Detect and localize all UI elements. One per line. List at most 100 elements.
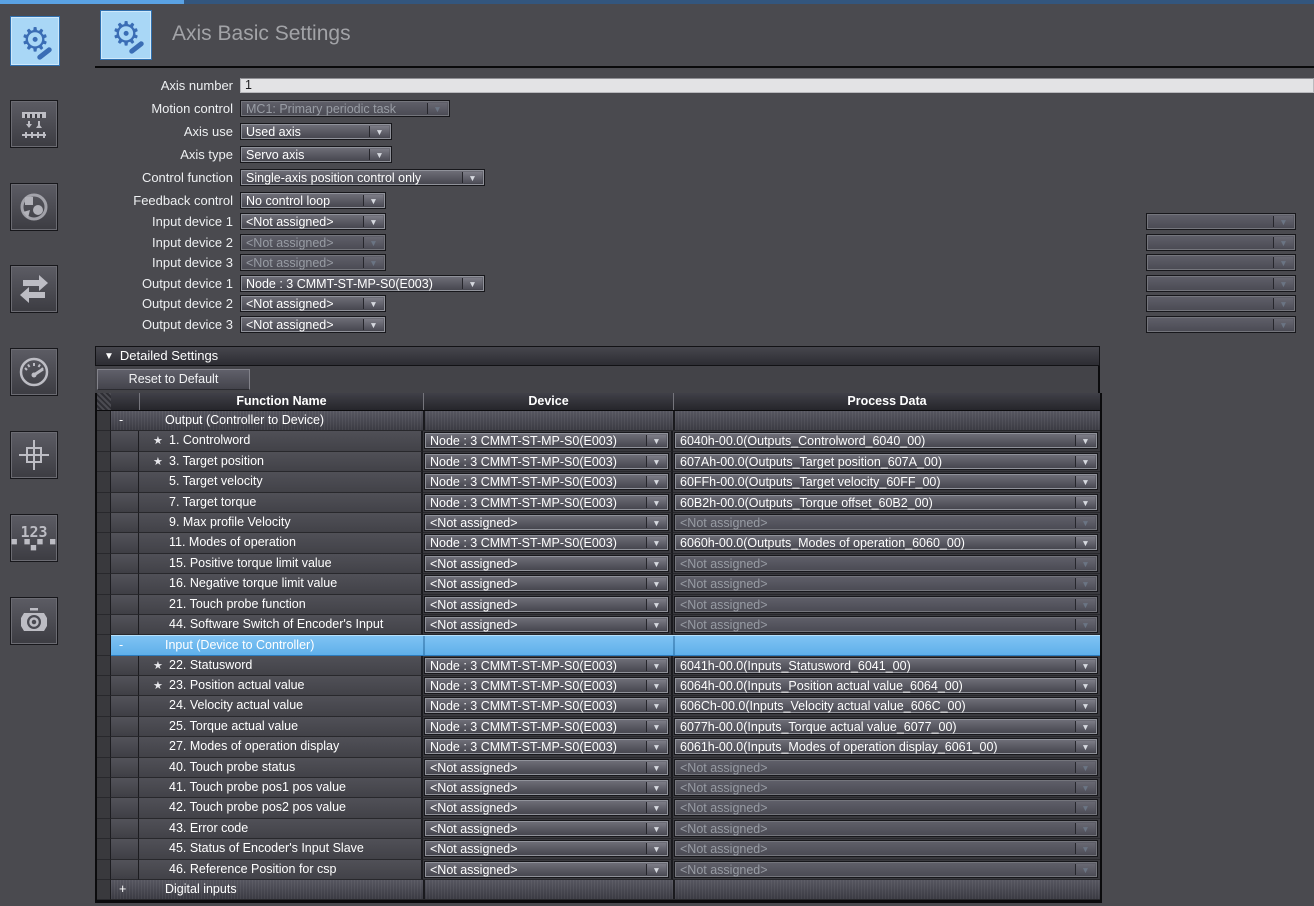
process-data-dropdown[interactable]: 6077h-00.0(Inputs_Torque actual value_60… xyxy=(674,718,1098,735)
device-dropdown[interactable]: Node : 3 CMMT-ST-MP-S0(E003)▼ xyxy=(424,473,669,490)
row-selector-cell[interactable] xyxy=(97,411,111,431)
function-name-cell[interactable]: 42. Touch probe pos2 pos value xyxy=(139,798,423,818)
function-name-cell[interactable]: ★23. Position actual value xyxy=(139,676,423,696)
sidebar-item-homing-settings[interactable] xyxy=(10,431,58,479)
process-data-dropdown[interactable]: 6040h-00.0(Outputs_Controlword_6040_00)▼ xyxy=(674,432,1098,449)
row-selector-cell[interactable] xyxy=(97,696,111,716)
chevron-down-icon[interactable]: ▼ xyxy=(646,476,666,487)
row-selector-cell[interactable] xyxy=(97,839,111,859)
process-data-dropdown[interactable]: 60B2h-00.0(Outputs_Torque offset_60B2_00… xyxy=(674,494,1098,511)
function-name-cell[interactable]: 40. Touch probe status xyxy=(139,758,423,778)
chevron-down-icon[interactable]: ▼ xyxy=(646,864,666,875)
function-name-cell[interactable]: 16. Negative torque limit value xyxy=(139,574,423,594)
device-dropdown[interactable]: <Not assigned>▼ xyxy=(424,759,669,776)
chevron-down-icon[interactable]: ▼ xyxy=(363,319,383,330)
device-dropdown[interactable]: <Not assigned>▼ xyxy=(424,779,669,796)
row-selector-cell[interactable] xyxy=(97,676,111,696)
function-name-cell[interactable]: ★1. Controlword xyxy=(139,431,423,451)
row-selector-cell[interactable] xyxy=(97,758,111,778)
sidebar-item-other-operation-settings[interactable] xyxy=(10,265,58,313)
function-name-cell[interactable]: 5. Target velocity xyxy=(139,472,423,492)
device-dropdown[interactable]: Node : 3 CMMT-ST-MP-S0(E003)▼ xyxy=(424,718,669,735)
chevron-down-icon[interactable]: ▼ xyxy=(646,660,666,671)
device-dropdown[interactable]: <Not assigned>▼ xyxy=(424,799,669,816)
chevron-down-icon[interactable]: ▼ xyxy=(646,619,666,630)
sidebar-item-operation-settings[interactable] xyxy=(10,183,58,231)
device-dropdown[interactable]: <Not assigned>▼ xyxy=(424,514,669,531)
row-selector-cell[interactable] xyxy=(97,595,111,615)
process-data-dropdown[interactable]: 6060h-00.0(Outputs_Modes of operation_60… xyxy=(674,534,1098,551)
function-name-cell[interactable]: 25. Torque actual value xyxy=(139,717,423,737)
chevron-down-icon[interactable]: ▼ xyxy=(646,741,666,752)
function-name-cell[interactable]: 9. Max profile Velocity xyxy=(139,513,423,533)
device-dropdown[interactable]: <Not assigned>▼ xyxy=(424,861,669,878)
chevron-down-icon[interactable]: ▼ xyxy=(646,762,666,773)
row-selector-cell[interactable] xyxy=(97,533,111,553)
sidebar-item-limit-settings[interactable] xyxy=(10,348,58,396)
row-selector-cell[interactable] xyxy=(97,554,111,574)
chevron-down-icon[interactable]: ▼ xyxy=(462,172,482,183)
device-dropdown[interactable]: <Not assigned>▼ xyxy=(424,575,669,592)
sidebar-item-axis-basic-settings[interactable]: ⚙ xyxy=(10,16,60,66)
device-dropdown[interactable]: Node : 3 CMMT-ST-MP-S0(E003)▼ xyxy=(424,657,669,674)
chevron-down-icon[interactable]: ▼ xyxy=(1075,476,1095,487)
chevron-down-icon[interactable]: ▼ xyxy=(646,721,666,732)
device-dropdown[interactable]: Node : 3 CMMT-ST-MP-S0(E003)▼ xyxy=(424,494,669,511)
axis-use-dropdown[interactable]: Used axis▼ xyxy=(240,123,392,140)
function-name-cell[interactable]: 46. Reference Position for csp xyxy=(139,860,423,880)
row-selector-cell[interactable] xyxy=(97,493,111,513)
function-name-cell[interactable]: 44. Software Switch of Encoder's Input xyxy=(139,615,423,635)
chevron-down-icon[interactable]: ▼ xyxy=(646,578,666,589)
chevron-down-icon[interactable]: ▼ xyxy=(646,823,666,834)
expand-collapse-icon[interactable]: - xyxy=(119,636,123,655)
chevron-down-icon[interactable]: ▼ xyxy=(646,802,666,813)
function-name-cell[interactable]: 27. Modes of operation display xyxy=(139,737,423,757)
row-selector-cell[interactable] xyxy=(97,737,111,757)
row-selector-cell[interactable] xyxy=(97,717,111,737)
chevron-down-icon[interactable]: ▼ xyxy=(646,435,666,446)
device-dropdown[interactable]: Node : 3 CMMT-ST-MP-S0(E003)▼ xyxy=(424,738,669,755)
chevron-down-icon[interactable]: ▼ xyxy=(1075,435,1095,446)
process-data-dropdown[interactable]: 6041h-00.0(Inputs_Statusword_6041_00)▼ xyxy=(674,657,1098,674)
axis-number-input[interactable]: 1 xyxy=(240,78,1314,93)
chevron-down-icon[interactable]: ▼ xyxy=(369,149,389,160)
chevron-down-icon[interactable]: ▼ xyxy=(363,216,383,227)
row-selector-cell[interactable] xyxy=(97,778,111,798)
chevron-down-icon[interactable]: ▼ xyxy=(646,558,666,569)
row-selector-cell[interactable] xyxy=(97,452,111,472)
group-header-row[interactable]: +Digital inputs xyxy=(111,880,1100,900)
chevron-down-icon[interactable]: ▼ xyxy=(1075,721,1095,732)
row-selector-cell[interactable] xyxy=(97,615,111,635)
reset-to-default-button[interactable]: Reset to Default xyxy=(97,369,250,390)
function-name-cell[interactable]: 24. Velocity actual value xyxy=(139,696,423,716)
device-dropdown[interactable]: <Not assigned>▼ xyxy=(424,820,669,837)
chevron-down-icon[interactable]: ▼ xyxy=(1075,741,1095,752)
chevron-down-icon[interactable]: ▼ xyxy=(1075,660,1095,671)
process-data-dropdown[interactable]: 607Ah-00.0(Outputs_Target position_607A_… xyxy=(674,453,1098,470)
device-dropdown[interactable]: <Not assigned>▼ xyxy=(424,555,669,572)
process-data-dropdown[interactable]: 6064h-00.0(Inputs_Position actual value_… xyxy=(674,677,1098,694)
device-dropdown[interactable]: Node : 3 CMMT-ST-MP-S0(E003)▼ xyxy=(424,432,669,449)
chevron-down-icon[interactable]: ▼ xyxy=(646,497,666,508)
row-selector-cell[interactable] xyxy=(97,574,111,594)
chevron-down-icon[interactable]: ▼ xyxy=(363,195,383,206)
output-device-1-dropdown[interactable]: Node : 3 CMMT-ST-MP-S0(E003)▼ xyxy=(240,275,485,292)
sidebar-item-servo-drive-settings[interactable] xyxy=(10,597,58,645)
chevron-down-icon[interactable]: ▼ xyxy=(1075,456,1095,467)
row-selector-cell[interactable] xyxy=(97,431,111,451)
expand-collapse-icon[interactable]: + xyxy=(119,880,126,899)
function-name-cell[interactable]: ★3. Target position xyxy=(139,452,423,472)
function-name-cell[interactable]: 15. Positive torque limit value xyxy=(139,554,423,574)
function-name-cell[interactable]: 11. Modes of operation xyxy=(139,533,423,553)
control-function-dropdown[interactable]: Single-axis position control only▼ xyxy=(240,169,485,186)
row-selector-cell[interactable] xyxy=(97,656,111,676)
output-device-2-dropdown[interactable]: <Not assigned>▼ xyxy=(240,295,386,312)
device-dropdown[interactable]: Node : 3 CMMT-ST-MP-S0(E003)▼ xyxy=(424,677,669,694)
detailed-settings-header[interactable]: ▼Detailed Settings xyxy=(95,346,1100,366)
row-selector-cell[interactable] xyxy=(97,635,111,655)
function-name-cell[interactable]: 43. Error code xyxy=(139,819,423,839)
device-dropdown[interactable]: <Not assigned>▼ xyxy=(424,596,669,613)
output-device-3-dropdown[interactable]: <Not assigned>▼ xyxy=(240,316,386,333)
group-header-row[interactable]: -Output (Controller to Device) xyxy=(111,411,1100,431)
device-dropdown[interactable]: Node : 3 CMMT-ST-MP-S0(E003)▼ xyxy=(424,534,669,551)
